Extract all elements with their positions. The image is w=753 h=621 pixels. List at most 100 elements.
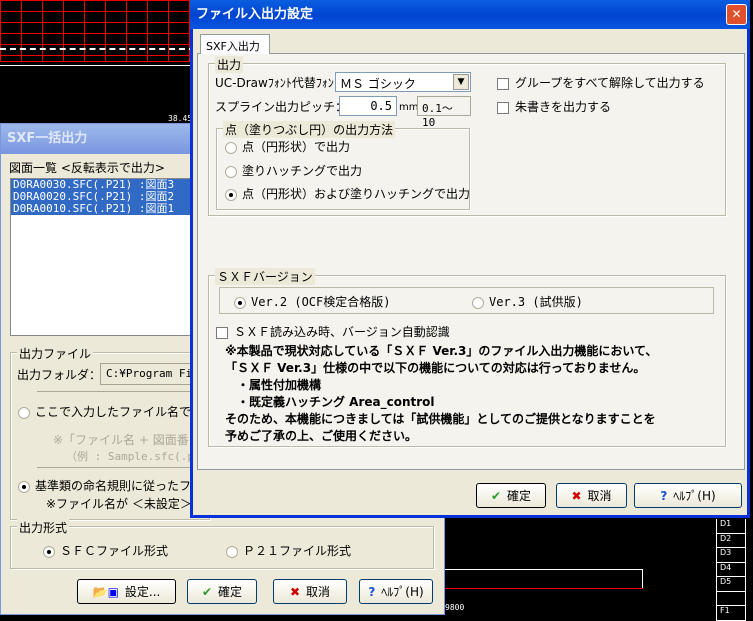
group-legend: ＳＸＦバージョン (215, 268, 315, 285)
output-file-group: 出力ファイル 出力フォルダ： C:¥Program Fil ここで入力したファイ… (10, 345, 220, 520)
cad-title-table: D1 D2 D3 D4 D5 F1 (716, 519, 753, 621)
pitch-input[interactable]: 0.5 (339, 96, 397, 116)
redline-checkbox[interactable]: 朱書きを出力する (497, 98, 611, 115)
radio-icon (234, 296, 246, 309)
radio-icon (225, 188, 237, 201)
help-icon: ? (660, 488, 668, 503)
select-value: ＭＳ ゴシック (340, 77, 416, 91)
radio-label: 基準類の命名規則に従ったフ (35, 479, 192, 493)
pitch-label: スプライン出力ピッチ： (215, 100, 348, 114)
font-label: UC-Drawﾌｫﾝﾄ代替ﾌｫﾝﾄ： (215, 76, 352, 90)
radio-sfc[interactable]: ＳＦＣファイル形式 (43, 542, 168, 559)
note-line: ※本製品で現状対応している「ＳＸＦ Ver.3」のファイル入出力機能において、 (225, 344, 658, 358)
radio-label: Ver.3 (試供版) (489, 295, 583, 309)
title-bar[interactable]: ファイル入出力設定 (190, 0, 750, 29)
radio-custom-filename[interactable]: ここで入力したファイル名で (18, 403, 191, 420)
checkbox-icon (497, 77, 509, 90)
version-radio-box: Ver.2 (OCF検定合格版) Ver.3 (試供版) (219, 287, 714, 314)
cad-table-cell: D3 (716, 548, 746, 563)
cad-table-cell (716, 591, 746, 606)
point-method-group: 点（塗りつぶし円）の出力方法 点（円形状）で出力 塗りハッチングで出力 点（円形… (216, 121, 470, 210)
note-line: 「ＳＸＦ Ver.3」仕様の中で以下の機能についての対応は行っておりません。 (225, 361, 646, 375)
cad-table-cell: D1 (716, 519, 746, 534)
note-line: 予めご了承の上、ご使用ください。 (225, 429, 418, 443)
radio-label: Ｐ２１ファイル形式 (243, 544, 352, 558)
button-label: 取消 (306, 585, 331, 599)
cad-red-line (445, 588, 643, 589)
radio-point-and-hatch[interactable]: 点（円形状）および塗りハッチングで出力 (225, 185, 470, 202)
button-label: ﾍﾙﾌﾟ(H) (673, 489, 716, 503)
group-legend: 出力ファイル (17, 345, 94, 362)
group-legend: 出力 (215, 56, 244, 73)
ok-button[interactable]: ✔ 確定 (187, 579, 257, 604)
help-icon: ? (368, 584, 376, 599)
button-label: 取消 (587, 489, 612, 503)
check-icon: ✔ (201, 584, 213, 599)
radio-hatch[interactable]: 塗りハッチングで出力 (225, 162, 362, 179)
cad-table-cell: F1 (716, 606, 746, 621)
note-line: ・属性付加機構 (225, 378, 322, 392)
version-notes: ※本製品で現状対応している「ＳＸＦ Ver.3」のファイル入出力機能において、「… (225, 343, 657, 445)
radio-standard-naming[interactable]: 基準類の命名規則に従ったフ (18, 477, 191, 494)
note: ※「ファイル名 + 図面番 (53, 433, 189, 447)
font-select[interactable]: ＭＳ ゴシック ▼ (335, 72, 471, 92)
radio-p21[interactable]: Ｐ２１ファイル形式 (226, 542, 351, 559)
radio-icon (226, 545, 238, 558)
button-label: ﾍﾙﾌﾟ(H) (381, 585, 424, 599)
radio-label: 塗りハッチングで出力 (242, 164, 363, 178)
cad-table-cell: D5 (716, 577, 746, 592)
tab-sxf-io[interactable]: SXF入出力 (200, 34, 270, 54)
output-format-group: 出力形式 ＳＦＣファイル形式 Ｐ２１ファイル形式 (10, 519, 434, 569)
radio-label: 点（円形状）および塗りハッチングで出力 (242, 187, 471, 201)
drawing-list[interactable]: D0RA0030.SFC(.P21) :図面3 D0RA0020.SFC(.P21… (10, 178, 200, 336)
button-label: 確定 (507, 489, 532, 503)
help-button[interactable]: ? ﾍﾙﾌﾟ(H) (634, 483, 742, 508)
group-legend: 出力形式 (17, 519, 70, 536)
radio-icon (225, 165, 237, 178)
radio-point-circle[interactable]: 点（円形状）で出力 (225, 138, 350, 155)
radio-ver2[interactable]: Ver.2 (OCF検定合格版) (234, 293, 390, 310)
cad-coord-bottom: 9800 (445, 603, 465, 612)
ok-button[interactable]: ✔ 確定 (476, 483, 546, 508)
radio-ver3[interactable]: Ver.3 (試供版) (472, 293, 583, 310)
cancel-button[interactable]: ✖ 取消 (556, 483, 627, 508)
cad-table-cell: D2 (716, 533, 746, 548)
cad-table-cell: D4 (716, 562, 746, 577)
note-line: そのため、本機能につきましては「試供機能」としてのご提供となりますことを (225, 412, 656, 426)
note: ※ファイル名が ＜未設定＞ (46, 497, 192, 511)
help-button[interactable]: ? ﾍﾙﾌﾟ(H) (359, 579, 433, 604)
checkbox-label: グループをすべて解除して出力する (515, 76, 705, 90)
pitch-range: 0.1～10 (417, 96, 471, 129)
check-icon: ✔ (490, 488, 502, 503)
tab-panel: 出力 UC-Drawﾌｫﾝﾄ代替ﾌｫﾝﾄ： ＭＳ ゴシック ▼ スプライン出力ピッ… (197, 53, 745, 470)
unit-label: mm (399, 102, 419, 113)
radio-icon (18, 406, 30, 419)
output-group: 出力 UC-Drawﾌｫﾝﾄ代替ﾌｫﾝﾄ： ＭＳ ゴシック ▼ スプライン出力ピッ… (208, 56, 726, 216)
checkbox-icon (497, 101, 509, 114)
cad-line (0, 65, 195, 66)
cad-dashed-line (0, 48, 195, 50)
chevron-down-icon[interactable]: ▼ (453, 74, 469, 90)
radio-label: ＳＦＣファイル形式 (60, 544, 169, 558)
button-label: 確定 (218, 585, 243, 599)
group-legend: 点（塗りつぶし円）の出力方法 (223, 121, 396, 138)
auto-detect-checkbox[interactable]: ＳＸＦ読み込み時、バージョン自動認識 (216, 323, 450, 340)
folder-label: 出力フォルダ： (17, 368, 102, 382)
file-io-settings-dialog: ファイル入出力設定 ✕ SXF入出力 出力 UC-Drawﾌｫﾝﾄ代替ﾌｫﾝﾄ：… (190, 0, 750, 518)
button-label: 設定... (124, 585, 161, 599)
checkbox-icon (216, 326, 228, 339)
radio-label: Ver.2 (OCF検定合格版) (251, 295, 391, 309)
cad-rect (445, 569, 643, 589)
folder-save-icon: 📂▣ (92, 584, 119, 599)
radio-icon (18, 480, 30, 493)
radio-label: ここで入力したファイル名で (35, 405, 192, 419)
settings-button[interactable]: 📂▣ 設定... (77, 579, 176, 604)
list-item[interactable]: D0RA0010.SFC(.P21) :図面1 (11, 203, 199, 215)
cancel-button[interactable]: ✖ 取消 (273, 579, 347, 604)
x-icon: ✖ (571, 488, 582, 503)
close-icon[interactable]: ✕ (726, 4, 747, 25)
ungroup-checkbox[interactable]: グループをすべて解除して出力する (497, 74, 705, 91)
x-icon: ✖ (289, 584, 301, 599)
note-line: ・既定義ハッチング Area_control (225, 395, 435, 409)
cad-grid (0, 0, 200, 62)
